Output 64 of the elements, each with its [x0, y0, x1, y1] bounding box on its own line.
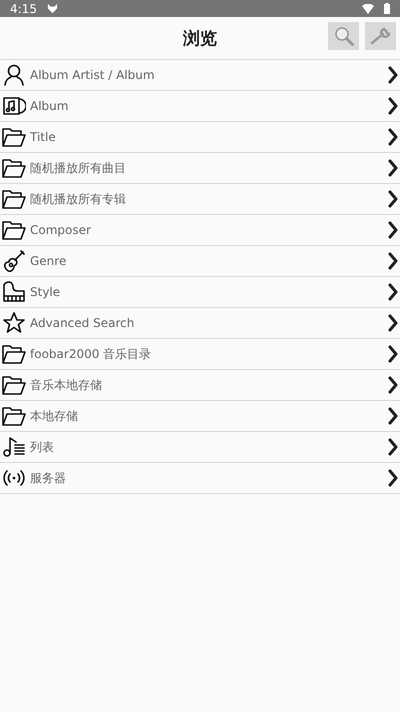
- folder-icon: [2, 156, 26, 180]
- browse-list-item[interactable]: 音乐本地存储: [0, 370, 400, 401]
- chevron-right-icon: [388, 314, 398, 332]
- folder-icon: [2, 218, 26, 242]
- item-label: 音乐本地存储: [30, 376, 103, 394]
- wrench-icon: [370, 26, 392, 46]
- chevron-right-icon: [388, 159, 398, 177]
- settings-button[interactable]: [365, 22, 396, 50]
- browse-list-item[interactable]: foobar2000 音乐目录: [0, 339, 400, 370]
- music-album-icon: [2, 94, 26, 118]
- chevron-right-icon: [388, 97, 398, 115]
- chevron-right-icon: [388, 469, 398, 487]
- folder-icon: [2, 187, 26, 211]
- item-label: Composer: [30, 223, 92, 237]
- chevron-right-icon: [388, 407, 398, 425]
- item-label: Album Artist / Album: [30, 68, 156, 82]
- folder-icon: [2, 373, 26, 397]
- item-label: foobar2000 音乐目录: [30, 346, 152, 362]
- browse-list-item[interactable]: Album Artist / Album: [0, 60, 400, 91]
- item-label: Album: [30, 99, 70, 113]
- item-label: 随机播放所有专辑: [30, 190, 127, 208]
- chevron-right-icon: [388, 252, 398, 270]
- browse-list-item[interactable]: 列表: [0, 432, 400, 463]
- star-icon: [2, 311, 26, 335]
- browse-list-item[interactable]: Album: [0, 91, 400, 122]
- item-label: 服务器: [30, 470, 67, 486]
- item-label: Title: [30, 130, 57, 144]
- browse-list-item[interactable]: Advanced Search: [0, 308, 400, 339]
- item-label: 随机播放所有曲目: [30, 160, 127, 176]
- search-icon: [334, 26, 354, 46]
- music-list-icon: [2, 435, 26, 459]
- browse-list-item[interactable]: Genre: [0, 246, 400, 277]
- item-label: Style: [30, 285, 62, 299]
- item-label: 列表: [30, 438, 55, 456]
- browse-list-item[interactable]: 随机播放所有专辑: [0, 184, 400, 215]
- item-label: Advanced Search: [30, 316, 136, 330]
- chevron-right-icon: [388, 283, 398, 301]
- chevron-right-icon: [388, 221, 398, 239]
- browse-list-item[interactable]: 随机播放所有曲目: [0, 153, 400, 184]
- item-label: 本地存储: [30, 408, 79, 424]
- folder-icon: [2, 404, 26, 428]
- item-label: Genre: [30, 254, 68, 268]
- person-icon: [2, 63, 26, 87]
- chevron-right-icon: [388, 128, 398, 146]
- browse-list-item[interactable]: 服务器: [0, 463, 400, 494]
- browse-list-item[interactable]: Title: [0, 122, 400, 153]
- chevron-right-icon: [388, 345, 398, 363]
- chevron-right-icon: [388, 438, 398, 456]
- battery-icon: [384, 3, 390, 14]
- folder-icon: [2, 125, 26, 149]
- folder-icon: [2, 342, 26, 366]
- status-time: 4:15: [10, 2, 37, 16]
- browse-list-item[interactable]: 本地存储: [0, 401, 400, 432]
- wifi-icon: [362, 4, 374, 14]
- chevron-right-icon: [388, 190, 398, 208]
- chevron-right-icon: [388, 376, 398, 394]
- browse-list-item[interactable]: Composer: [0, 215, 400, 246]
- piano-icon: [2, 280, 26, 304]
- chevron-right-icon: [388, 66, 398, 84]
- notification-icon: [46, 3, 58, 14]
- page-title: 浏览: [183, 28, 217, 50]
- search-button[interactable]: [328, 22, 359, 50]
- browse-list-item[interactable]: Style: [0, 277, 400, 308]
- guitar-icon: [2, 249, 26, 273]
